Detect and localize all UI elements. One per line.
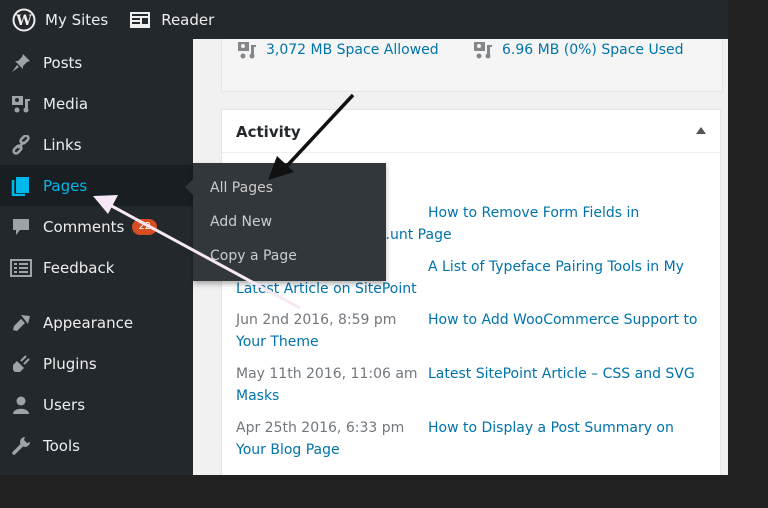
- sidebar-item-label: Feedback: [43, 258, 115, 277]
- flyout-add-new[interactable]: Add New: [210, 214, 272, 230]
- flyout-copy-page[interactable]: Copy a Page: [210, 248, 297, 264]
- wrench-icon: [10, 435, 32, 457]
- pages-flyout-menu: All Pages Add New Copy a Page: [185, 163, 386, 281]
- sidebar-item-appearance[interactable]: Appearance: [0, 302, 193, 343]
- sidebar-item-media[interactable]: Media: [0, 83, 193, 124]
- reader-button[interactable]: Reader: [128, 8, 214, 32]
- activity-link-cont[interactable]: Your Blog Page: [236, 442, 340, 458]
- sidebar-item-label: Plugins: [43, 354, 97, 373]
- space-allowed-label: 3,072 MB Space Allowed: [266, 42, 439, 58]
- media-icon: [474, 42, 492, 59]
- svg-text:W: W: [15, 13, 32, 29]
- sidebar-item-links[interactable]: Links: [0, 124, 193, 165]
- wordpress-logo-icon: W: [12, 8, 36, 32]
- sidebar-item-label: Comments: [43, 217, 125, 236]
- my-sites-button[interactable]: W My Sites: [12, 8, 108, 32]
- media-icon: [238, 42, 256, 59]
- sidebar-item-label: Users: [43, 395, 86, 414]
- storage-summary: 3,072 MB Space Allowed 6.96 MB (0%) Spac…: [221, 39, 723, 92]
- sidebar-item-label: Posts: [43, 53, 83, 72]
- activity-link[interactable]: How to Display a Post Summary on: [428, 420, 674, 436]
- admin-top-bar: W My Sites Reader: [0, 0, 728, 39]
- activity-date: Apr 25th 2016, 6:33 pm: [236, 420, 405, 436]
- space-used[interactable]: 6.96 MB (0%) Space Used: [472, 40, 684, 60]
- activity-link-cont[interactable]: …unt Page: [376, 227, 452, 243]
- space-allowed[interactable]: 3,072 MB Space Allowed: [236, 40, 439, 60]
- reader-label: Reader: [161, 10, 215, 29]
- activity-link[interactable]: Latest SitePoint Article – CSS and SVG: [428, 366, 695, 382]
- user-icon: [10, 394, 32, 416]
- activity-link[interactable]: How to Remove Form Fields in: [428, 205, 639, 221]
- pages-icon: [10, 175, 32, 197]
- sidebar-item-plugins[interactable]: Plugins: [0, 343, 193, 384]
- sidebar-item-posts[interactable]: Posts: [0, 42, 193, 83]
- space-used-label: 6.96 MB (0%) Space Used: [502, 42, 684, 58]
- activity-link-cont[interactable]: Your Theme: [236, 334, 319, 350]
- collapse-toggle-icon[interactable]: [696, 127, 706, 134]
- activity-row: May 11th 2016, 11:06 am Latest SitePoint …: [236, 363, 716, 407]
- activity-date: May 11th 2016, 11:06 am: [236, 366, 418, 382]
- my-sites-label: My Sites: [45, 10, 109, 29]
- activity-link-cont[interactable]: Masks: [236, 388, 279, 404]
- activity-date: Jun 2nd 2016, 8:59 pm: [236, 312, 397, 328]
- sidebar-item-label: Links: [43, 135, 82, 154]
- activity-link[interactable]: A List of Typeface Pairing Tools in My: [428, 259, 684, 275]
- plugin-icon: [10, 353, 32, 375]
- comment-icon: [10, 216, 32, 238]
- sidebar-item-label: Tools: [43, 436, 80, 455]
- sidebar-item-label: Pages: [43, 176, 88, 195]
- activity-title: Activity: [236, 123, 301, 141]
- activity-row: Jun 2nd 2016, 8:59 pm How to Add WooComme…: [236, 309, 716, 353]
- pin-icon: [10, 52, 32, 74]
- sidebar-item-label: Media: [43, 94, 89, 113]
- sidebar-item-label: Appearance: [43, 313, 134, 332]
- link-icon: [10, 134, 32, 156]
- sidebar-item-feedback[interactable]: Feedback: [0, 247, 193, 288]
- feedback-icon: [10, 257, 32, 279]
- admin-sidebar: Posts Media Links Pages Comments 22 Feed…: [0, 39, 193, 475]
- activity-link[interactable]: How to Add WooCommerce Support to: [428, 312, 698, 328]
- brush-icon: [10, 312, 32, 334]
- media-icon: [10, 93, 32, 115]
- sidebar-item-users[interactable]: Users: [0, 384, 193, 425]
- activity-header[interactable]: Activity: [222, 110, 720, 153]
- sidebar-item-pages[interactable]: Pages: [0, 165, 193, 206]
- activity-row: Apr 25th 2016, 6:33 pm How to Display a P…: [236, 417, 716, 461]
- reader-icon: [128, 8, 152, 32]
- flyout-all-pages[interactable]: All Pages: [210, 180, 273, 196]
- comments-count-badge: 22: [132, 218, 158, 235]
- sidebar-item-tools[interactable]: Tools: [0, 425, 193, 466]
- sidebar-item-comments[interactable]: Comments 22: [0, 206, 193, 247]
- activity-link-cont[interactable]: Latest Article on SitePoint: [236, 281, 417, 297]
